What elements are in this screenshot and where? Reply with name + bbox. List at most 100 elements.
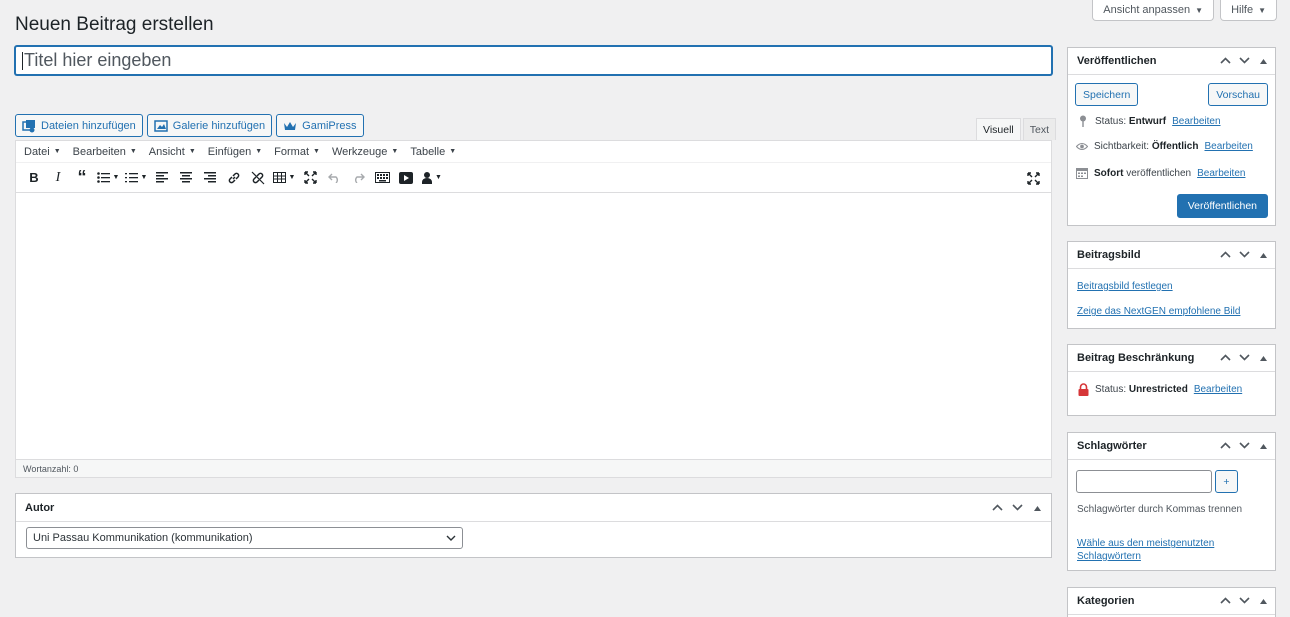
metabox-title: Veröffentlichen	[1077, 55, 1157, 67]
gamipress-button[interactable]: GamiPress	[276, 114, 364, 137]
menu-edit[interactable]: Bearbeiten ▼	[67, 146, 143, 158]
chevron-down-icon[interactable]	[1012, 503, 1023, 514]
chevron-up-icon[interactable]	[1220, 353, 1231, 364]
categories-metabox: Kategorien	[1067, 587, 1276, 617]
chevron-up-icon[interactable]	[1220, 56, 1231, 67]
align-center-icon[interactable]	[174, 166, 198, 190]
caret-down-icon: ▼	[1258, 5, 1266, 15]
toggle-triangle-icon[interactable]	[1258, 250, 1269, 261]
chevron-up-icon[interactable]	[1220, 441, 1231, 452]
bold-icon[interactable]: B	[22, 166, 46, 190]
toggle-triangle-icon[interactable]	[1258, 353, 1269, 364]
chevron-down-icon[interactable]	[1239, 596, 1250, 607]
set-featured-image-link[interactable]: Beitragsbild festlegen	[1077, 281, 1173, 292]
word-count: Wortanzahl: 0	[16, 459, 1051, 477]
help-label: Hilfe	[1231, 4, 1254, 16]
italic-icon[interactable]: I	[46, 166, 70, 190]
tag-input[interactable]	[1076, 470, 1212, 493]
numbered-list-icon[interactable]: ▼	[122, 166, 150, 190]
metabox-controls	[1220, 48, 1269, 75]
nextgen-featured-image-link[interactable]: Zeige das NextGEN empfohlene Bild	[1077, 306, 1240, 317]
toggle-triangle-icon[interactable]	[1258, 56, 1269, 67]
edit-visibility-link[interactable]: Bearbeiten	[1204, 141, 1252, 152]
caret-down-icon: ▼	[391, 148, 399, 155]
status-label: Status:	[1095, 115, 1127, 127]
chevron-up-icon[interactable]	[1220, 250, 1231, 261]
featured-image-metabox: Beitragsbild Beitragsbild festlegen Zeig…	[1067, 241, 1276, 329]
screen-options-button[interactable]: Ansicht anpassen ▼	[1092, 0, 1215, 21]
media-icon	[22, 119, 36, 133]
caret-down-icon: ▼	[255, 148, 263, 155]
menu-tools[interactable]: Werkzeuge ▼	[326, 146, 404, 158]
toggle-triangle-icon[interactable]	[1258, 596, 1269, 607]
author-metabox: Autor Uni Passau Kommunikation (kommunik…	[15, 493, 1052, 558]
popular-tags-link[interactable]: Wähle aus den meistgenutzten Schlagwörte…	[1077, 537, 1247, 563]
menu-label: Einfügen	[207, 145, 252, 158]
menu-format[interactable]: Format ▼	[268, 146, 326, 158]
preview-button[interactable]: Vorschau	[1208, 83, 1268, 106]
keyboard-icon[interactable]	[370, 166, 394, 190]
user-icon[interactable]: ▼	[418, 166, 446, 190]
tab-text[interactable]: Text	[1022, 118, 1057, 140]
menu-file[interactable]: Datei ▼	[18, 146, 67, 158]
redo-icon[interactable]	[346, 166, 370, 190]
chevron-down-icon[interactable]	[1239, 56, 1250, 67]
unlink-icon[interactable]	[246, 166, 270, 190]
content-editor: Datei ▼ Bearbeiten ▼ Ansicht ▼ Einfügen ▼ Fo…	[15, 140, 1052, 478]
chevron-down-icon	[446, 532, 456, 544]
toggle-triangle-icon[interactable]	[1258, 441, 1269, 452]
editor-menubar: Datei ▼ Bearbeiten ▼ Ansicht ▼ Einfügen ▼ Fo…	[16, 141, 1051, 163]
help-button[interactable]: Hilfe ▼	[1220, 0, 1277, 21]
chevron-down-icon[interactable]	[1239, 250, 1250, 261]
post-title-input[interactable]: Titel hier eingeben	[15, 46, 1052, 75]
link-icon[interactable]	[222, 166, 246, 190]
caret-down-icon: ▼	[1195, 5, 1204, 15]
chevron-down-icon[interactable]	[1239, 353, 1250, 364]
caret-down-icon: ▼	[53, 148, 61, 155]
menu-label: Format	[274, 145, 310, 158]
menu-insert[interactable]: Einfügen ▼	[202, 146, 268, 158]
caret-down-icon: ▼	[313, 148, 320, 155]
toggle-triangle-icon[interactable]	[1032, 503, 1043, 514]
chevron-down-icon[interactable]	[1239, 441, 1250, 452]
chevron-up-icon[interactable]	[1220, 596, 1231, 607]
add-tag-button[interactable]: +	[1215, 470, 1238, 493]
menu-label: Tabelle	[410, 145, 446, 158]
add-gallery-button[interactable]: Galerie hinzufügen	[146, 114, 273, 137]
fullscreen-expand-icon[interactable]	[298, 166, 322, 190]
undo-icon[interactable]	[322, 166, 346, 190]
metabox-controls	[1220, 345, 1269, 372]
chevron-up-icon[interactable]	[992, 503, 1003, 514]
eye-icon	[1076, 142, 1088, 151]
status-value: Entwurf	[1128, 115, 1167, 127]
metabox-controls	[1220, 588, 1269, 615]
menu-label: Bearbeiten	[72, 145, 126, 158]
add-gallery-label: Galerie hinzufügen	[172, 119, 266, 132]
editor-content-area[interactable]	[16, 193, 1051, 459]
tab-visual[interactable]: Visuell	[976, 118, 1021, 141]
bullet-list-icon[interactable]: ▼	[94, 166, 122, 190]
add-media-label: Dateien hinzufügen	[41, 119, 136, 132]
menu-table[interactable]: Tabelle ▼	[404, 146, 462, 158]
menu-view[interactable]: Ansicht ▼	[143, 146, 202, 158]
edit-restriction-link[interactable]: Bearbeiten	[1194, 384, 1242, 395]
save-draft-button[interactable]: Speichern	[1075, 83, 1139, 106]
visibility-value: Öffentlich	[1151, 141, 1199, 152]
distraction-free-icon[interactable]	[1021, 166, 1045, 190]
add-media-button[interactable]: Dateien hinzufügen	[15, 114, 143, 137]
metabox-title: Beitrag Beschränkung	[1077, 352, 1195, 364]
schedule-value: Sofort	[1094, 167, 1124, 179]
author-select[interactable]: Uni Passau Kommunikation (kommunikation)	[26, 527, 463, 549]
table-icon[interactable]: ▼	[270, 166, 298, 190]
align-right-icon[interactable]	[198, 166, 222, 190]
video-play-icon[interactable]	[394, 166, 418, 190]
menu-label: Datei	[24, 145, 50, 158]
publish-button[interactable]: Veröffentlichen	[1176, 194, 1268, 218]
align-left-icon[interactable]	[150, 166, 174, 190]
edit-schedule-link[interactable]: Bearbeiten	[1197, 168, 1245, 179]
blockquote-icon[interactable]: “	[70, 166, 94, 190]
schedule-label: veröffentlichen	[1126, 167, 1192, 179]
edit-status-link[interactable]: Bearbeiten	[1172, 116, 1220, 127]
page-title: Neuen Beitrag erstellen	[15, 14, 214, 35]
metabox-controls	[1220, 433, 1269, 460]
